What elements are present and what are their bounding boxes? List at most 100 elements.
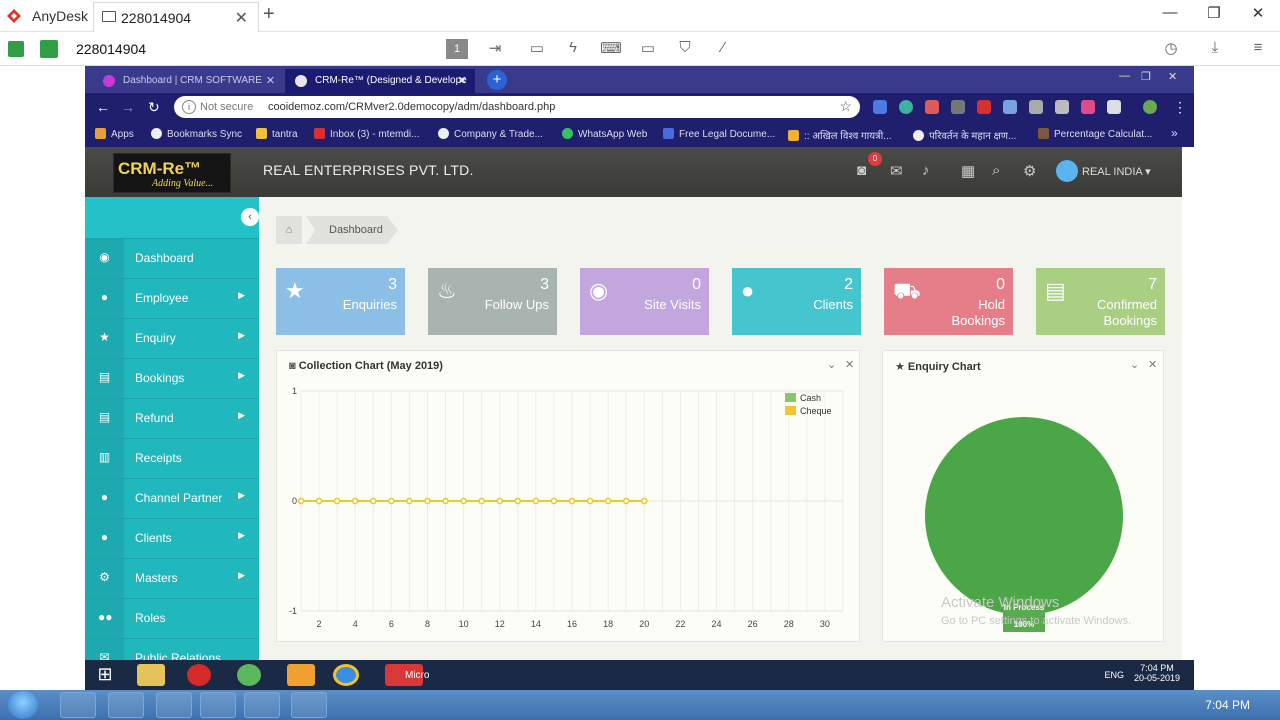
media-player-icon[interactable] [287, 664, 315, 686]
stat-card-follow-ups[interactable]: ♨ 3 Follow Ups [428, 268, 557, 335]
bookmarks-overflow-button[interactable]: » [1171, 126, 1178, 140]
history-icon[interactable]: ◷ [1160, 39, 1182, 59]
bookmark-apps[interactable]: Apps [95, 128, 134, 140]
stat-card-confirmed-bookings[interactable]: ▤ 7 Confirmed Bookings [1036, 268, 1165, 335]
chrome-new-tab-button[interactable]: + [487, 70, 507, 90]
chrome-maximize-button[interactable]: ❐ [1141, 70, 1151, 83]
sidebar-item-channel-partner[interactable]: ● Channel Partner ▶ [85, 478, 259, 518]
bookmark-star-icon[interactable]: ☆ [839, 98, 852, 115]
download-extension-icon[interactable] [1003, 100, 1017, 114]
extension-dots-icon[interactable] [951, 100, 965, 114]
chrome-menu-icon[interactable]: ⋮ [1173, 99, 1187, 116]
breadcrumb-dashboard[interactable]: Dashboard [306, 216, 398, 244]
anydesk-session-tab[interactable]: 228014904 ✕ [93, 2, 259, 32]
whiteboard-pen-icon[interactable]: ⁄ [712, 39, 734, 59]
remote-clock[interactable]: 7:04 PM 20-05-2019 [1134, 663, 1180, 683]
keyboard-icon[interactable]: ⌨ [600, 39, 622, 59]
bookmark-sync[interactable]: Bookmarks Sync [151, 128, 242, 140]
gear-icon[interactable]: ⚙ [1023, 162, 1036, 180]
pie-slice-in-process[interactable] [925, 417, 1123, 615]
close-window-button[interactable]: ✕ [1243, 4, 1273, 22]
permissions-shield-icon[interactable]: ⛉ [674, 39, 696, 59]
sidebar-item-receipts[interactable]: ▥ Receipts [85, 438, 259, 478]
profile-avatar-icon[interactable] [1143, 100, 1157, 114]
bookmark-legal[interactable]: Free Legal Docume... [663, 128, 775, 140]
home-icon[interactable]: ⌂ [276, 216, 302, 244]
opera-icon[interactable] [187, 664, 211, 686]
maximize-button[interactable]: ❐ [1199, 4, 1229, 22]
bookmark-gayatri[interactable]: :: अखिल विश्व गायत्री... [788, 128, 892, 142]
close-panel-icon[interactable]: ✕ [845, 358, 854, 371]
sidebar-item-clients[interactable]: ● Clients ▶ [85, 518, 259, 558]
close-tab-icon[interactable]: ✕ [458, 74, 467, 87]
anydesk-taskbar-button[interactable] [291, 692, 327, 718]
extension-m-icon[interactable] [899, 100, 913, 114]
chrome-omnibox[interactable]: i Not secure cooidemoz.com/CRMver2.0demo… [174, 96, 860, 118]
app-green-icon[interactable] [237, 664, 261, 686]
chrome-close-button[interactable]: ✕ [1168, 70, 1177, 83]
bookmark-whatsapp[interactable]: WhatsApp Web [562, 128, 647, 140]
stat-card-clients[interactable]: ● 2 Clients [732, 268, 861, 335]
notepad-taskbar-button[interactable] [156, 692, 192, 718]
shield-extension-icon[interactable] [925, 100, 939, 114]
chrome-taskbar-button[interactable] [200, 692, 236, 718]
sidebar-item-refund[interactable]: ▤ Refund ▶ [85, 398, 259, 438]
chrome-minimize-button[interactable]: — [1119, 70, 1130, 82]
sidebar-item-public-relations[interactable]: ✉ Public Relations [85, 638, 259, 660]
display-icon[interactable]: ▭ [637, 39, 659, 59]
bookmark-company[interactable]: Company & Trade... [438, 128, 543, 140]
minimize-button[interactable]: — [1155, 4, 1185, 21]
search-icon[interactable]: ⌕ [992, 162, 1000, 179]
bookmark-parivartan[interactable]: परिवर्तन के महान क्षण... [913, 128, 1016, 142]
actions-lightning-icon[interactable]: ϟ [562, 39, 584, 59]
file-transfer-icon[interactable]: ⇥ [484, 39, 506, 59]
file-explorer-icon[interactable] [137, 664, 165, 686]
connection-icon[interactable] [8, 41, 24, 57]
chrome-tab-crm[interactable]: CRM-Re™ (Designed & Develope ✕ [285, 69, 475, 93]
camera-extension-icon[interactable] [1029, 100, 1043, 114]
bookmark-percentage[interactable]: Percentage Calculat... [1038, 128, 1152, 140]
back-arrow-icon[interactable]: ← [96, 99, 110, 115]
sidebar-item-masters[interactable]: ⚙ Masters ▶ [85, 558, 259, 598]
sidebar-item-enquiry[interactable]: ★ Enquiry ▶ [85, 318, 259, 358]
chat-icon[interactable]: ▭ [526, 39, 548, 59]
bookmark-tantra[interactable]: tantra [256, 128, 298, 140]
mail-icon[interactable]: ✉ [890, 162, 903, 180]
close-panel-icon[interactable]: ✕ [1148, 358, 1157, 371]
chrome-tab-dashboard[interactable]: Dashboard | CRM SOFTWARE ✕ [93, 69, 283, 93]
anydesk-taskbar-item[interactable]: Micro [385, 664, 429, 686]
table-grid-icon[interactable]: ▦ [961, 162, 975, 180]
drive-extension-icon[interactable] [1055, 100, 1069, 114]
download-icon[interactable]: ⤓ [1204, 39, 1226, 59]
extension-red-icon[interactable] [977, 100, 991, 114]
sidebar-item-bookings[interactable]: ▤ Bookings ▶ [85, 358, 259, 398]
sidebar-item-employee[interactable]: ● Employee ▶ [85, 278, 259, 318]
user-avatar[interactable] [1056, 160, 1078, 182]
extension-grid-icon[interactable] [1107, 100, 1121, 114]
sidebar-item-dashboard[interactable]: ◉ Dashboard [85, 238, 259, 278]
sidebar-item-roles[interactable]: ●● Roles [85, 598, 259, 638]
menu-hamburger-icon[interactable]: ≡ [1247, 39, 1269, 59]
monitor-select-button[interactable]: 1 [446, 39, 468, 59]
info-icon[interactable]: i [182, 100, 196, 114]
remote-address-field[interactable]: 228014904 [66, 36, 430, 62]
bookmark-inbox[interactable]: Inbox (3) - mtemdi... [314, 128, 419, 140]
chrome-taskbar-icon[interactable] [333, 664, 359, 686]
new-tab-button[interactable]: + [263, 3, 275, 26]
chrome2-taskbar-button[interactable] [244, 692, 280, 718]
stat-card-hold-bookings[interactable]: ⛟ 0 Hold Bookings [884, 268, 1013, 335]
bell-icon[interactable]: ♪ [922, 162, 930, 179]
start-button[interactable] [8, 691, 38, 719]
stat-card-site-visits[interactable]: ◉ 0 Site Visits [580, 268, 709, 335]
camera-icon[interactable]: ◙ [857, 162, 866, 179]
remote-start-windows-icon[interactable]: ⊞ [91, 664, 119, 686]
stat-card-enquiries[interactable]: ★ 3 Enquiries [276, 268, 405, 335]
explorer-taskbar-button[interactable] [60, 692, 96, 718]
translate-extension-icon[interactable] [873, 100, 887, 114]
user-menu[interactable]: REAL INDIA ▾ [1082, 165, 1151, 178]
collapse-panel-icon[interactable]: ⌄ [1130, 358, 1139, 371]
forward-arrow-icon[interactable]: → [121, 99, 135, 115]
skype-taskbar-button[interactable] [108, 692, 144, 718]
extension-pink-icon[interactable] [1081, 100, 1095, 114]
close-tab-icon[interactable]: ✕ [235, 8, 248, 28]
